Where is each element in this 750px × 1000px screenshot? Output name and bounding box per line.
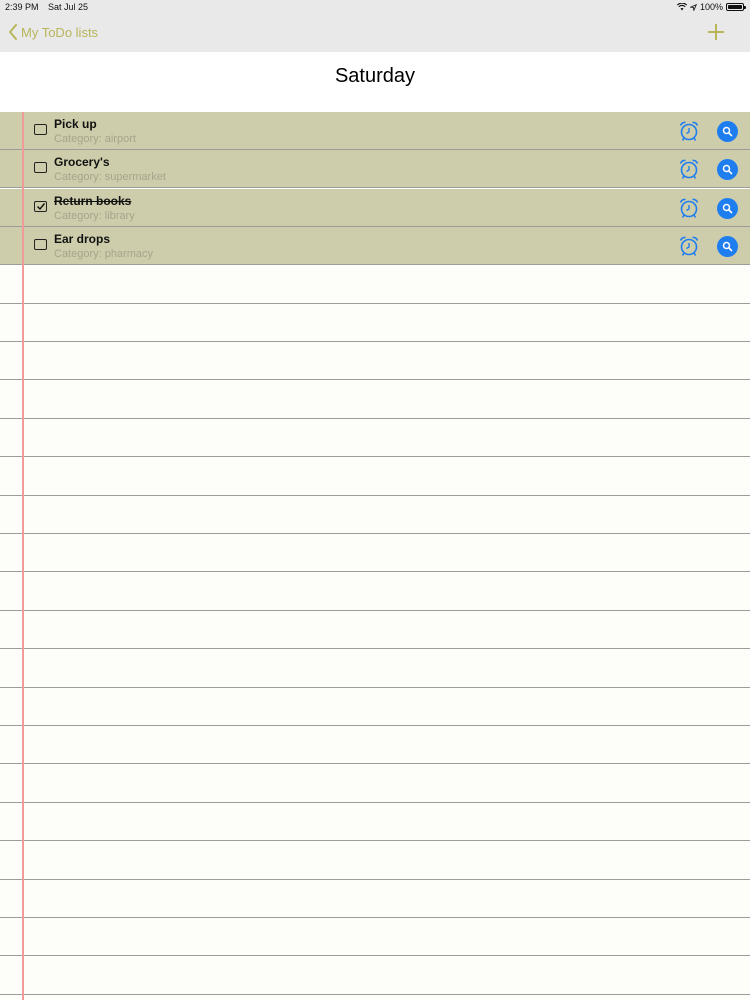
search-button[interactable] xyxy=(717,121,738,142)
search-button[interactable] xyxy=(717,198,738,219)
checkbox-checked[interactable] xyxy=(34,201,47,212)
todo-category: Category: pharmacy xyxy=(54,248,154,260)
checkbox[interactable] xyxy=(34,239,47,250)
battery-icon xyxy=(726,3,746,11)
search-icon xyxy=(722,241,733,252)
todo-category: Category: supermarket xyxy=(54,171,166,183)
status-bar: 2:39 PM Sat Jul 25 100% xyxy=(0,0,750,16)
status-date: Sat Jul 25 xyxy=(48,2,89,12)
alarm-clock-icon[interactable] xyxy=(678,235,700,257)
back-button-label: My ToDo lists xyxy=(21,24,99,40)
status-indicators: 100% xyxy=(676,2,746,12)
todo-category: Category: airport xyxy=(54,133,136,145)
back-button[interactable]: My ToDo lists xyxy=(8,24,98,40)
add-button[interactable] xyxy=(706,22,726,42)
title-area: Saturday xyxy=(0,52,750,112)
ruled-line xyxy=(0,495,750,496)
todo-title: Ear drops xyxy=(54,232,111,246)
ruled-line xyxy=(0,533,750,534)
notebook-paper: Pick up Category: airport Grocery's Cate… xyxy=(0,112,750,1000)
todo-list-screen: 2:39 PM Sat Jul 25 100% My ToDo lists Sa… xyxy=(0,0,750,1000)
ruled-line xyxy=(0,264,750,265)
ruled-line xyxy=(0,418,750,419)
page-title: Saturday xyxy=(334,65,416,87)
ruled-line xyxy=(0,763,750,764)
margin-line xyxy=(22,112,24,1000)
ruled-line xyxy=(0,879,750,880)
ruled-line xyxy=(0,187,750,188)
navigation-bar: My ToDo lists xyxy=(0,16,750,52)
todo-row-4[interactable]: Ear drops Category: pharmacy xyxy=(0,227,750,264)
ruled-line xyxy=(0,840,750,841)
ruled-line xyxy=(0,456,750,457)
location-icon xyxy=(689,3,697,11)
checkbox[interactable] xyxy=(34,124,47,135)
battery-percentage: 100% xyxy=(699,2,723,12)
search-icon xyxy=(722,164,733,175)
ruled-line xyxy=(0,955,750,956)
ruled-line xyxy=(0,994,750,995)
alarm-clock-icon[interactable] xyxy=(678,158,700,180)
ruled-line xyxy=(0,687,750,688)
todo-row-1[interactable]: Pick up Category: airport xyxy=(0,112,750,149)
ruled-line xyxy=(0,571,750,572)
todo-title: Pick up xyxy=(54,117,97,131)
chevron-left-icon xyxy=(9,24,17,40)
ruled-line xyxy=(0,341,750,342)
todo-title: Return books xyxy=(54,194,132,208)
wifi-icon xyxy=(676,3,687,11)
ruled-line xyxy=(0,379,750,380)
todo-title: Grocery's xyxy=(54,155,110,169)
search-icon xyxy=(722,203,733,214)
todo-row-2[interactable]: Grocery's Category: supermarket xyxy=(0,150,750,187)
ruled-line xyxy=(0,802,750,803)
alarm-clock-icon[interactable] xyxy=(678,197,700,219)
checkbox[interactable] xyxy=(34,162,47,173)
alarm-clock-icon[interactable] xyxy=(678,120,700,142)
ruled-line xyxy=(0,648,750,649)
search-button[interactable] xyxy=(717,236,738,257)
ruled-line xyxy=(0,303,750,304)
search-icon xyxy=(722,126,733,137)
status-time: 2:39 PM xyxy=(5,2,39,12)
checkmark-icon xyxy=(37,203,46,211)
todo-row-3[interactable]: Return books Category: library xyxy=(0,189,750,226)
ruled-line xyxy=(0,917,750,918)
todo-category: Category: library xyxy=(54,210,135,222)
search-button[interactable] xyxy=(717,159,738,180)
ruled-line xyxy=(0,725,750,726)
plus-icon xyxy=(708,24,724,40)
ruled-line xyxy=(0,610,750,611)
